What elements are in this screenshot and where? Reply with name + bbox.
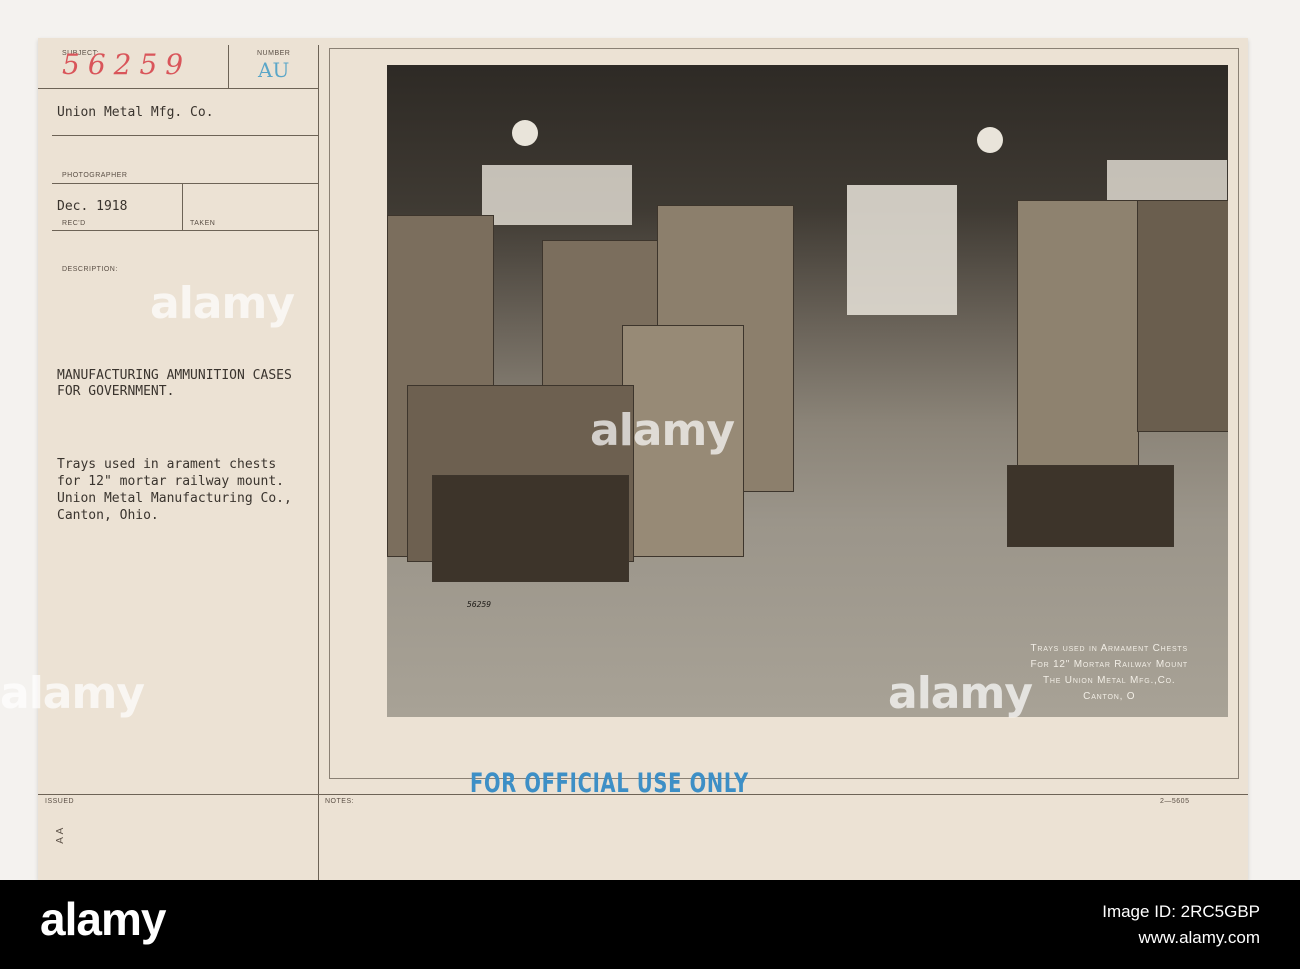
stock-footer: alamy Image ID: 2RC5GBP www.alamy.com (0, 880, 1300, 969)
taken-label: TAKEN (190, 220, 216, 227)
divider (52, 135, 318, 136)
date-received: Dec. 1918 (57, 199, 128, 214)
recd-label: REC'D (62, 220, 86, 227)
photo-caption: Trays used in Armament Chests For 12" Mo… (1030, 641, 1188, 705)
caption-line: For 12" Mortar Railway Mount (1030, 659, 1188, 670)
divider (52, 183, 318, 184)
alamy-logo: alamy (40, 893, 166, 945)
divider (318, 45, 319, 880)
form-number: 2—5605 (1160, 798, 1190, 805)
factory-photograph: 56259 Trays used in Armament Chests For … (387, 65, 1228, 717)
photographer-label: PHOTOGRAPHER (62, 172, 128, 179)
watermark: alamy (0, 668, 145, 719)
frame-line (329, 778, 1239, 779)
divider (38, 88, 318, 89)
divider (228, 45, 229, 88)
frame-line (1238, 48, 1239, 778)
caption-line: The Union Metal Mfg.,Co. (1043, 675, 1176, 686)
image-id: Image ID: 2RC5GBP (1102, 902, 1260, 921)
negative-number: 56259 (467, 600, 492, 609)
number-value: AU (258, 58, 290, 82)
watermark: alamy (590, 405, 735, 456)
watermark: alamy (150, 278, 295, 329)
company-name: Union Metal Mfg. Co. (57, 105, 214, 120)
description-title: MANUFACTURING AMMUNITION CASES FOR GOVER… (57, 368, 292, 399)
frame-line (329, 48, 1239, 49)
description-label: DESCRIPTION: (62, 266, 118, 273)
official-use-stamp: FOR OFFICIAL USE ONLY (470, 768, 749, 799)
caption-line: Trays used in Armament Chests (1030, 643, 1188, 654)
caption-line: Canton, O (1083, 691, 1136, 702)
frame-line (329, 48, 330, 778)
number-label: NUMBER (257, 50, 291, 57)
notes-label: NOTES: (325, 798, 355, 805)
description-body: Trays used in arament chests for 12" mor… (57, 457, 292, 523)
divider (182, 183, 183, 230)
subject-number: 56259 (62, 48, 192, 81)
watermark: alamy (888, 668, 1033, 719)
issued-label: ISSUED (45, 798, 75, 805)
margin-marks: A A (54, 827, 66, 844)
divider (52, 230, 318, 231)
site-url[interactable]: www.alamy.com (1138, 928, 1260, 948)
